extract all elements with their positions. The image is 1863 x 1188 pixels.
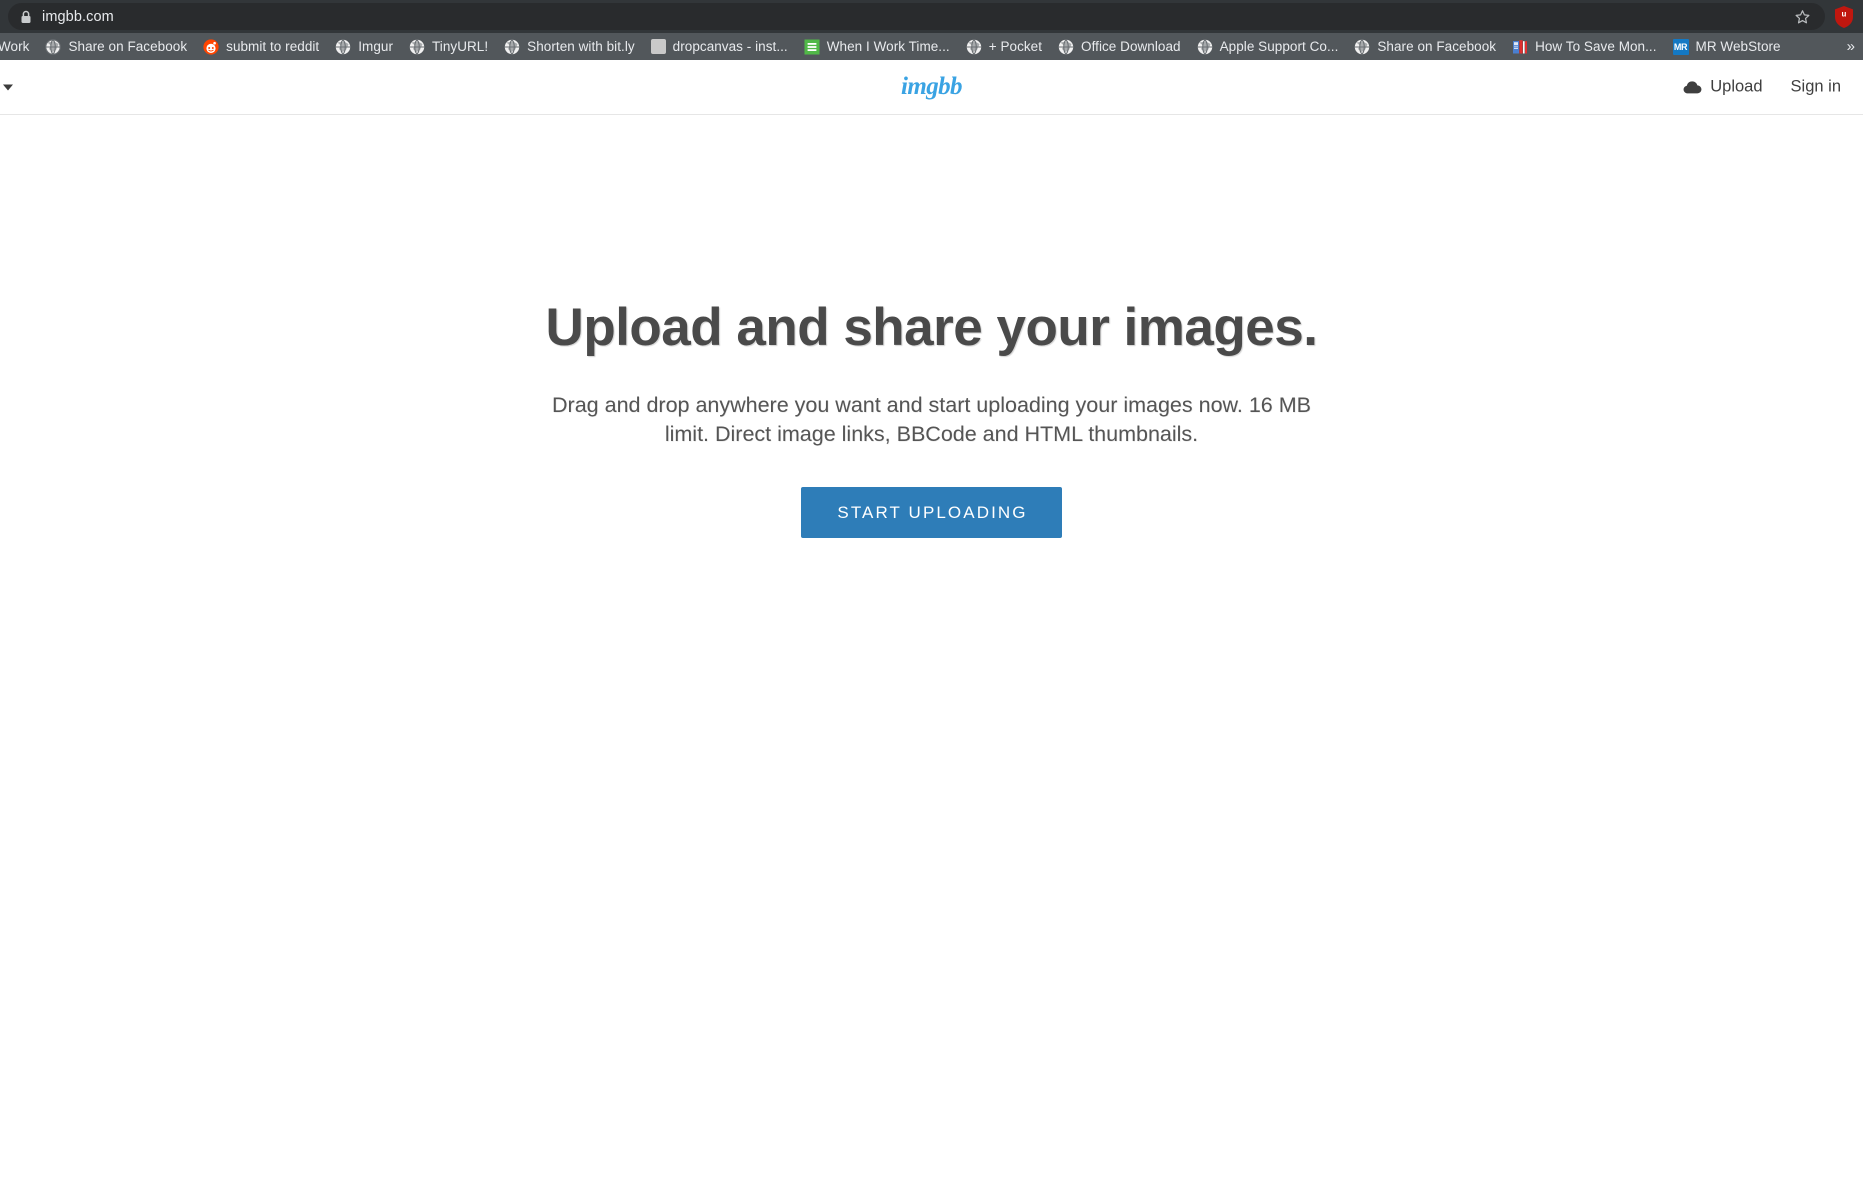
hero-subtitle: Drag and drop anywhere you want and star… bbox=[552, 393, 1311, 447]
nav-upload-link[interactable]: Upload bbox=[1683, 77, 1763, 97]
header-nav: Upload Sign in bbox=[1683, 78, 1841, 97]
main-content: Upload and share your images. Drag and d… bbox=[0, 115, 1863, 1187]
globe-icon bbox=[1058, 38, 1074, 55]
bookmark-item[interactable]: TinyURL! bbox=[401, 35, 496, 59]
bookmarks-bar: Work Share on Facebook submit to reddit bbox=[0, 33, 1863, 60]
bookmark-item[interactable]: dropcanvas - inst... bbox=[643, 35, 796, 59]
bookmark-item[interactable]: Work bbox=[0, 35, 37, 59]
globe-icon bbox=[504, 38, 520, 55]
globe-icon bbox=[1197, 38, 1212, 55]
bookmark-item[interactable]: Share on Facebook bbox=[1346, 35, 1504, 59]
lock-icon bbox=[21, 10, 31, 23]
bookmark-label: MR WebStore bbox=[1695, 39, 1781, 54]
bookmark-item[interactable]: Shorten with bit.ly bbox=[496, 35, 643, 59]
browser-chrome: imgbb.com u Work Share on Facebook submi… bbox=[0, 0, 1863, 60]
chevron-down-icon bbox=[3, 84, 13, 90]
bookmark-label: Imgur bbox=[358, 39, 393, 54]
omnibox-row: imgbb.com u bbox=[0, 0, 1863, 33]
star-icon[interactable] bbox=[1794, 8, 1811, 25]
page-title: Upload and share your images. bbox=[545, 298, 1318, 357]
bookmark-item[interactable]: + Pocket bbox=[958, 35, 1050, 59]
address-bar[interactable]: imgbb.com bbox=[8, 3, 1825, 30]
bookmark-label: dropcanvas - inst... bbox=[672, 39, 788, 54]
bookmark-label: Share on Facebook bbox=[68, 39, 188, 54]
globe-icon bbox=[45, 38, 62, 55]
svg-text:u: u bbox=[1842, 9, 1847, 18]
globe-icon bbox=[1355, 38, 1370, 55]
bookmark-label: Share on Facebook bbox=[1377, 39, 1497, 54]
start-uploading-button[interactable]: START UPLOADING bbox=[801, 486, 1062, 538]
bookmark-item[interactable]: Share on Facebook bbox=[37, 35, 195, 59]
bookmark-label: Office Download bbox=[1081, 39, 1181, 54]
mr-icon: MR bbox=[1672, 38, 1689, 55]
bookmark-item[interactable]: submit to reddit bbox=[195, 35, 327, 59]
bookmark-item[interactable]: MR MR WebStore bbox=[1665, 35, 1789, 59]
gray-square-icon bbox=[650, 39, 666, 54]
globe-icon bbox=[336, 38, 351, 55]
bookmark-label: When I Work Time... bbox=[826, 39, 950, 54]
site-logo[interactable]: imgbb bbox=[901, 73, 963, 101]
bookmarks-overflow-button[interactable]: » bbox=[1841, 33, 1861, 60]
bookmark-item[interactable]: How To Save Mon... bbox=[1504, 35, 1664, 59]
bookmark-item[interactable]: When I Work Time... bbox=[796, 35, 958, 59]
shield-icon[interactable]: u bbox=[1833, 5, 1855, 29]
cloud-upload-icon bbox=[1683, 80, 1702, 93]
bookmark-label: Apple Support Co... bbox=[1219, 39, 1339, 54]
globe-icon bbox=[409, 38, 425, 55]
cta-wrapper: START UPLOADING bbox=[0, 486, 1863, 538]
nav-signin-link[interactable]: Sign in bbox=[1791, 78, 1841, 97]
header-language-menu[interactable] bbox=[0, 79, 13, 96]
site-header: imgbb Upload Sign in bbox=[0, 60, 1863, 115]
reddit-icon bbox=[203, 38, 219, 55]
when-i-work-icon bbox=[804, 39, 820, 54]
bookmark-item[interactable]: Imgur bbox=[327, 35, 401, 59]
nav-upload-label: Upload bbox=[1710, 77, 1763, 96]
bookmark-item[interactable]: Apple Support Co... bbox=[1189, 35, 1347, 59]
books-icon bbox=[1513, 39, 1528, 53]
bookmark-label: submit to reddit bbox=[226, 39, 320, 54]
bookmark-item[interactable]: Office Download bbox=[1050, 35, 1189, 59]
bookmark-label: + Pocket bbox=[988, 39, 1043, 54]
bookmark-label: How To Save Mon... bbox=[1535, 39, 1657, 54]
bookmark-label: Shorten with bit.ly bbox=[527, 39, 635, 54]
bookmark-label: TinyURL! bbox=[432, 39, 489, 54]
bookmark-label: Work bbox=[0, 39, 30, 54]
globe-icon bbox=[966, 38, 981, 55]
address-bar-url: imgbb.com bbox=[42, 8, 114, 25]
